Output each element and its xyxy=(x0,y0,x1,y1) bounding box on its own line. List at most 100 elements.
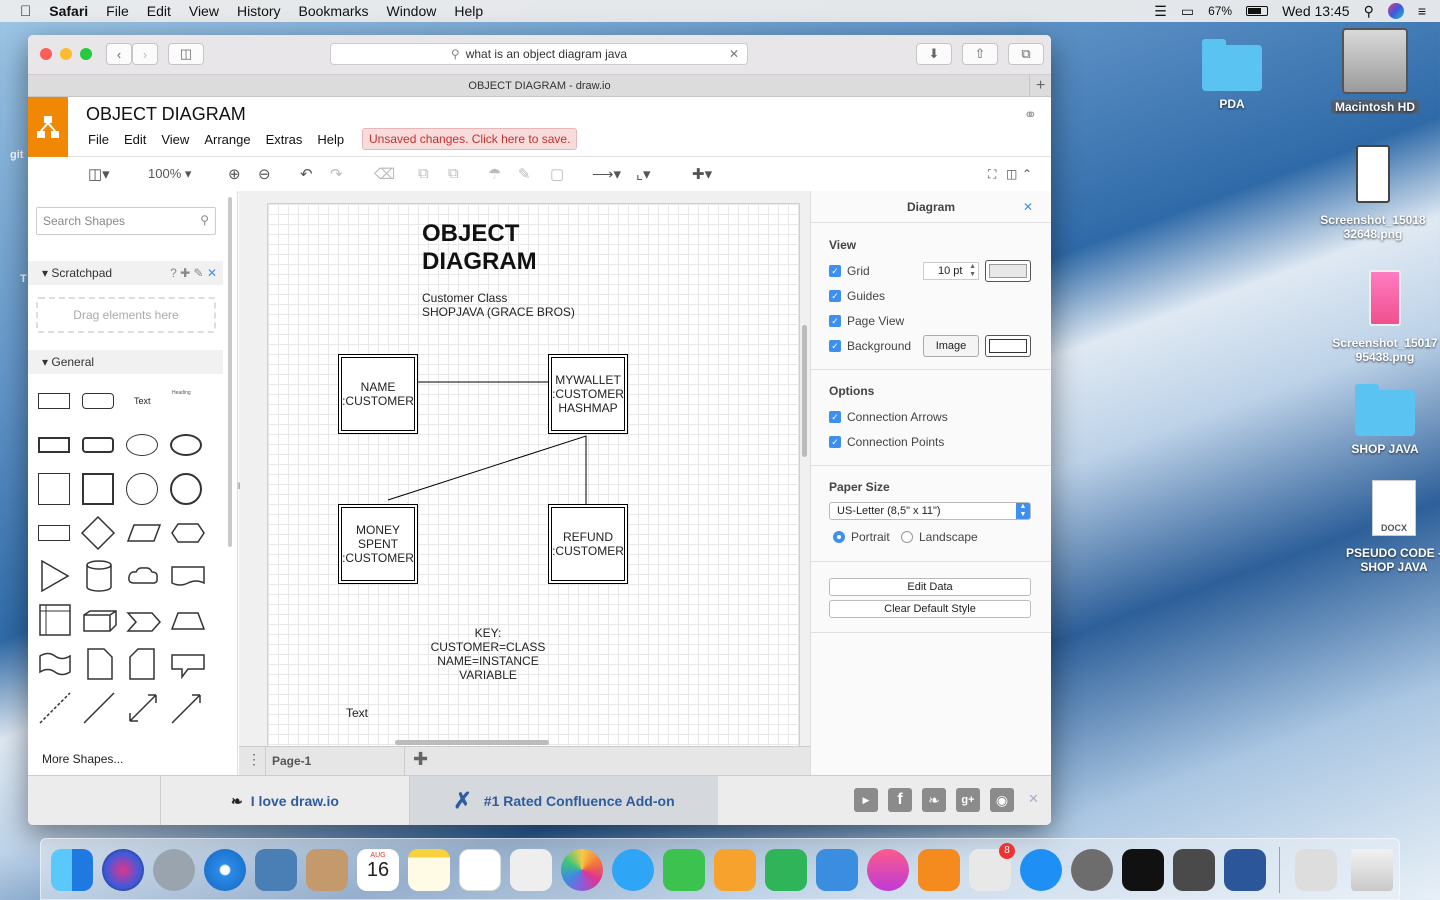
background-image-button[interactable]: Image xyxy=(923,335,979,357)
notification-center-icon[interactable]: ≡ xyxy=(1418,3,1426,19)
shape-line[interactable] xyxy=(82,691,116,725)
connection-arrows-checkbox[interactable]: ✓ Connection Arrows xyxy=(829,410,948,424)
shape-rectangle-2[interactable] xyxy=(38,437,70,453)
clear-default-style-button[interactable]: Clear Default Style xyxy=(829,600,1031,618)
shape-parallelogram[interactable] xyxy=(126,523,162,543)
portrait-radio[interactable]: Portrait xyxy=(833,530,890,544)
menu-view[interactable]: View xyxy=(189,3,219,19)
shape-circle[interactable] xyxy=(126,473,158,505)
word-icon[interactable] xyxy=(1224,849,1266,891)
finder-icon[interactable] xyxy=(51,849,93,891)
address-bar[interactable]: ⚲ what is an object diagram java ✕ xyxy=(330,43,748,65)
close-panel-icon[interactable]: ✕ xyxy=(1023,191,1033,223)
format-panel-toggle-icon[interactable]: ◫▾ xyxy=(88,165,110,183)
menu-file[interactable]: File xyxy=(106,3,129,19)
shadow-icon[interactable]: ▢ xyxy=(550,165,564,183)
shape-arrow[interactable] xyxy=(170,691,204,725)
trash-icon[interactable] xyxy=(1351,849,1393,891)
unsaved-changes-button[interactable]: Unsaved changes. Click here to save. xyxy=(362,128,578,150)
sidebar-resize-handle[interactable]: ‖ xyxy=(237,481,241,491)
sidebar-toggle-button[interactable]: ◫ xyxy=(168,43,204,65)
waypoints-icon[interactable]: ⌞▾ xyxy=(636,165,651,183)
share-button[interactable]: ⇧ xyxy=(962,43,998,65)
numbers-icon[interactable] xyxy=(765,849,807,891)
shape-document[interactable] xyxy=(170,565,206,589)
shape-ellipse[interactable] xyxy=(126,434,158,456)
itunes-icon[interactable] xyxy=(867,849,909,891)
apple-icon[interactable]:  xyxy=(20,3,31,20)
paper-size-select[interactable]: US-Letter (8,5" x 11") ▲ ▼ xyxy=(829,502,1031,520)
fill-color-icon[interactable]: ☂ xyxy=(488,165,501,183)
back-button[interactable]: ‹ xyxy=(106,43,132,65)
menu-help[interactable]: Help xyxy=(454,3,483,19)
siri-icon[interactable] xyxy=(102,849,144,891)
contacts-icon[interactable] xyxy=(306,849,348,891)
object-refund-customer[interactable]: REFUND :CUSTOMER xyxy=(548,504,628,584)
grid-size-stepper[interactable]: 10 pt ▲ ▼ xyxy=(923,262,979,280)
calendar-icon[interactable]: AUG 16 xyxy=(357,849,399,891)
delete-icon[interactable]: ⌫ xyxy=(374,165,395,183)
shape-process[interactable] xyxy=(38,525,70,541)
safari-icon[interactable] xyxy=(204,849,246,891)
menu-edit[interactable]: Edit xyxy=(147,3,171,19)
search-shapes-input[interactable]: Search Shapes ⚲ xyxy=(36,207,216,235)
github-icon[interactable]: ◉ xyxy=(990,788,1014,812)
object-money-spent-customer[interactable]: MONEY SPENT :CUSTOMER xyxy=(338,504,418,584)
redo-icon[interactable]: ↷ xyxy=(330,165,343,183)
pages-icon[interactable] xyxy=(714,849,756,891)
minimize-window-button[interactable] xyxy=(60,48,72,60)
scratchpad-tools-icon[interactable]: ? ✚ ✎ ✕ xyxy=(170,261,217,285)
shape-step[interactable] xyxy=(126,611,162,633)
google-plus-icon[interactable]: g+ xyxy=(956,788,980,812)
zoom-in-icon[interactable]: ⊕ xyxy=(228,165,241,183)
background-checkbox[interactable]: ✓ Background xyxy=(829,339,911,353)
shape-internal-storage[interactable] xyxy=(38,603,72,637)
ibooks-icon[interactable] xyxy=(918,849,960,891)
shape-cylinder[interactable] xyxy=(84,559,114,593)
drawio-menu-help[interactable]: Help xyxy=(317,132,344,147)
menu-history[interactable]: History xyxy=(237,3,281,19)
desktop-screenshot-2[interactable]: Screenshot_15017 95438.png xyxy=(1330,270,1440,364)
shape-circle-double[interactable] xyxy=(170,473,202,505)
clock[interactable]: Wed 13:45 xyxy=(1282,3,1349,19)
desktop-folder-pda[interactable]: PDA xyxy=(1177,39,1287,111)
zoom-window-button[interactable] xyxy=(80,48,92,60)
drawio-menu-extras[interactable]: Extras xyxy=(266,132,303,147)
page-tab-page-1[interactable]: Page-1 xyxy=(265,747,405,775)
photo-browser-icon[interactable] xyxy=(510,849,552,891)
grid-checkbox[interactable]: ✓ Grid xyxy=(829,264,870,278)
airplay-icon[interactable]: ▭ xyxy=(1181,3,1194,20)
desktop-docx-pseudo-code[interactable]: DOCX PSEUDO CODE - SHOP JAVA xyxy=(1339,480,1440,574)
globe-icon[interactable]: ⚭ xyxy=(1024,105,1037,125)
forward-button[interactable]: › xyxy=(132,43,158,65)
shape-trapezoid[interactable] xyxy=(170,611,206,631)
scratchpad-section[interactable]: ▾ Scratchpad ? ✚ ✎ ✕ xyxy=(28,261,223,285)
preview-icon[interactable] xyxy=(255,849,297,891)
insert-icon[interactable]: ✚▾ xyxy=(692,165,712,183)
zoom-level-dropdown[interactable]: 100% ▾ xyxy=(148,166,191,182)
line-color-icon[interactable]: ✎ xyxy=(518,165,531,183)
sidebar-scrollbar[interactable] xyxy=(228,197,232,547)
drawio-menu-view[interactable]: View xyxy=(161,132,189,147)
landscape-radio[interactable]: Landscape xyxy=(901,530,978,544)
battery-percent[interactable]: 67% xyxy=(1208,4,1232,18)
close-footer-icon[interactable]: ✕ xyxy=(1028,791,1039,807)
shape-callout[interactable] xyxy=(170,653,206,679)
shape-diamond[interactable] xyxy=(80,515,116,551)
shape-ellipse-double[interactable] xyxy=(170,434,202,456)
vertical-scrollbar[interactable] xyxy=(802,325,807,457)
shape-text[interactable]: Text xyxy=(134,396,151,406)
sublime-s-icon[interactable]: 8 xyxy=(969,843,1015,891)
edit-data-button[interactable]: Edit Data xyxy=(829,578,1031,596)
panel-toggle-icon[interactable]: ◫ xyxy=(1006,167,1017,181)
shape-rounded-rectangle[interactable] xyxy=(82,393,114,409)
drawio-menu-edit[interactable]: Edit xyxy=(124,132,146,147)
stepper-arrows-icon[interactable]: ▲ ▼ xyxy=(969,263,976,279)
pages-menu-icon[interactable]: ⋮ xyxy=(247,751,261,768)
key-legend[interactable]: KEY: CUSTOMER=CLASS NAME=INSTANCE VARIAB… xyxy=(428,626,548,682)
shape-cube[interactable] xyxy=(82,609,118,633)
siri-icon[interactable] xyxy=(1387,3,1404,19)
shape-square[interactable] xyxy=(38,473,70,505)
close-window-button[interactable] xyxy=(40,48,52,60)
downloads-stack-icon[interactable] xyxy=(1295,849,1337,891)
